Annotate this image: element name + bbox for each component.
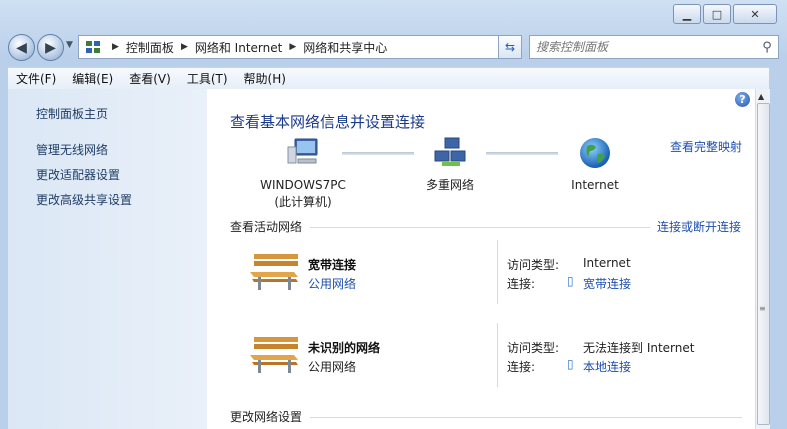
minimize-button[interactable]: ▁ <box>673 4 701 24</box>
sidebar-item-adapter-settings[interactable]: 更改适配器设置 <box>36 166 120 183</box>
scrollbar-grip-icon: ≡ <box>759 304 766 313</box>
connection-plug-icon: ▯ <box>567 274 574 288</box>
connection-line <box>486 152 558 155</box>
menu-tools[interactable]: 工具(T) <box>179 70 236 87</box>
sidebar-item-control-panel-home[interactable]: 控制面板主页 <box>36 105 108 122</box>
multiple-networks-icon <box>434 137 466 166</box>
section-divider <box>310 417 742 418</box>
scroll-up-arrow[interactable]: ▲ <box>758 92 764 101</box>
search-input[interactable] <box>530 39 756 55</box>
breadcrumb-separator[interactable]: ▶ <box>112 42 119 52</box>
node-sublabel: (此计算机) <box>274 195 332 209</box>
vertical-divider <box>497 323 498 387</box>
network-type: 公用网络 <box>308 360 357 374</box>
node-label: 多重网络 <box>425 178 474 192</box>
close-button[interactable]: ✕ <box>733 4 777 24</box>
menu-help[interactable]: 帮助(H) <box>236 70 294 87</box>
page-title: 查看基本网络信息并设置连接 <box>230 113 426 131</box>
connection-label: 连接: <box>507 360 536 374</box>
sidebar-item-advanced-sharing[interactable]: 更改高级共享设置 <box>36 191 132 208</box>
back-button[interactable]: ◀ <box>8 34 35 61</box>
window: ▁ □ ✕ ◀ ▶ ▼ ▶ 控制面板 ▶ 网络和 Internet ▶ 网络和共… <box>0 0 787 429</box>
navigation-bar: ◀ ▶ ▼ ▶ 控制面板 ▶ 网络和 Internet ▶ 网络和共享中心 ▼ … <box>8 33 779 61</box>
change-settings-heading: 更改网络设置 <box>230 410 303 424</box>
node-internet: Internet <box>555 137 635 194</box>
network-name: 未识别的网络 <box>308 341 381 355</box>
forward-button[interactable]: ▶ <box>37 34 64 61</box>
bench-icon <box>250 337 298 373</box>
network-type-link[interactable]: 公用网络 <box>308 275 356 292</box>
connection-link[interactable]: 本地连接 <box>583 358 631 375</box>
menu-bar: 文件(F) 编辑(E) 查看(V) 工具(T) 帮助(H) <box>8 67 769 90</box>
connection-line <box>342 152 414 155</box>
access-type-value: 无法连接到 Internet <box>583 341 695 355</box>
access-type-label: 访问类型: <box>507 341 560 355</box>
network-name: 宽带连接 <box>308 258 357 272</box>
breadcrumb-control-panel[interactable]: 控制面板 <box>126 39 174 56</box>
node-label: WINDOWS7PC <box>260 178 346 192</box>
see-full-map-link[interactable]: 查看完整映射 <box>670 138 742 155</box>
access-type-label: 访问类型: <box>507 258 560 272</box>
globe-icon <box>580 138 610 168</box>
menu-edit[interactable]: 编辑(E) <box>64 70 121 87</box>
access-type-value: Internet <box>583 256 631 270</box>
recent-pages-dropdown[interactable]: ▼ <box>66 40 73 50</box>
connection-plug-icon: ▯ <box>567 357 574 371</box>
breadcrumb-network-internet[interactable]: 网络和 Internet <box>195 39 282 56</box>
address-bar[interactable]: ▶ 控制面板 ▶ 网络和 Internet ▶ 网络和共享中心 ▼ <box>78 35 516 59</box>
node-this-computer: WINDOWS7PC (此计算机) <box>258 137 348 211</box>
vertical-scrollbar[interactable]: ▲ ≡ <box>755 89 770 429</box>
maximize-button[interactable]: □ <box>703 4 731 24</box>
menu-file[interactable]: 文件(F) <box>8 70 64 87</box>
section-divider <box>310 227 650 228</box>
connection-label: 连接: <box>507 277 536 291</box>
caption-buttons: ▁ □ ✕ <box>671 4 777 24</box>
sidebar-item-manage-wireless[interactable]: 管理无线网络 <box>36 141 108 158</box>
breadcrumb-separator[interactable]: ▶ <box>289 42 296 52</box>
search-icon[interactable]: ⚲ <box>756 40 778 55</box>
vertical-divider <box>497 240 498 304</box>
active-networks-heading: 查看活动网络 <box>230 220 303 234</box>
connection-link[interactable]: 宽带连接 <box>583 275 631 292</box>
bench-icon <box>250 254 298 290</box>
sidebar: 控制面板主页 管理无线网络 更改适配器设置 更改高级共享设置 <box>8 89 207 429</box>
connect-disconnect-link[interactable]: 连接或断开连接 <box>657 218 741 235</box>
back-arrow-icon: ◀ <box>16 39 27 56</box>
node-label: Internet <box>571 178 619 192</box>
menu-view[interactable]: 查看(V) <box>121 70 179 87</box>
node-multiple-networks: 多重网络 <box>410 137 490 194</box>
breadcrumb-separator[interactable]: ▶ <box>181 42 188 52</box>
refresh-button[interactable]: ⇆ <box>498 35 522 59</box>
forward-arrow-icon: ▶ <box>45 39 56 56</box>
help-icon[interactable]: ? <box>735 92 750 107</box>
breadcrumb-network-sharing-center[interactable]: 网络和共享中心 <box>303 39 387 56</box>
control-panel-icon <box>86 41 100 53</box>
scrollbar-thumb[interactable] <box>757 103 770 425</box>
refresh-icon: ⇆ <box>504 40 516 54</box>
computer-icon <box>287 138 318 164</box>
search-box[interactable]: ⚲ <box>529 35 779 59</box>
